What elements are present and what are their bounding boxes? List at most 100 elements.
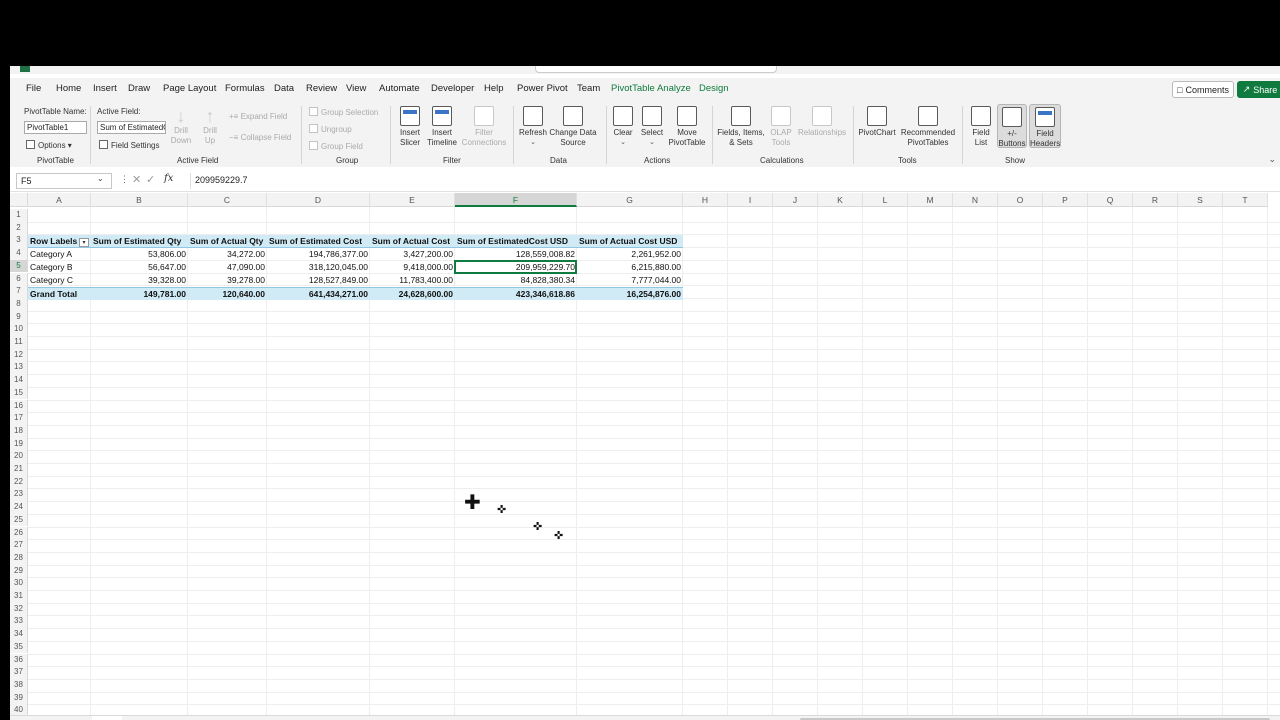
row-header[interactable]: 20 <box>10 450 28 463</box>
comments-button[interactable]: □ Comments <box>1172 81 1234 98</box>
row-header[interactable]: 13 <box>10 361 28 375</box>
row-header[interactable]: 17 <box>10 412 28 425</box>
row-header[interactable]: 27 <box>10 539 28 552</box>
pivot-cell[interactable]: 39,328.00 <box>91 274 188 287</box>
column-header[interactable]: E <box>370 193 455 207</box>
tab-team[interactable]: Team <box>577 83 600 94</box>
tab-pivottable-analyze[interactable]: PivotTable Analyze <box>611 83 691 94</box>
pivot-cell[interactable]: 128,527,849.00 <box>267 274 370 287</box>
pivot-row-label[interactable]: Category C <box>28 274 91 287</box>
row-header[interactable]: 31 <box>10 590 28 603</box>
row-header[interactable]: 25 <box>10 513 28 527</box>
row-header[interactable]: 2 <box>10 221 28 235</box>
pivot-grand-total-label[interactable]: Grand Total <box>28 287 91 300</box>
pivottable-name-input[interactable]: PivotTable1 <box>24 121 87 134</box>
tab-review[interactable]: Review <box>306 83 337 94</box>
pivot-cell[interactable]: 53,806.00 <box>91 248 188 261</box>
row-header[interactable]: 8 <box>10 297 28 311</box>
plus-minus-buttons-toggle[interactable]: +/- Buttons <box>997 104 1027 148</box>
pivot-cell[interactable]: 7,777,044.00 <box>577 274 683 287</box>
column-header[interactable]: F <box>455 193 577 207</box>
share-button[interactable]: ↗ Share <box>1237 81 1280 98</box>
tab-help[interactable]: Help <box>484 83 504 94</box>
pivot-header-actual-cost[interactable]: Sum of Actual Cost <box>370 235 455 248</box>
sheet-tab-active[interactable] <box>92 716 122 720</box>
pivot-row-label[interactable]: Category B <box>28 261 91 274</box>
row-header[interactable]: 26 <box>10 526 28 540</box>
pivot-cell[interactable]: 194,786,377.00 <box>267 248 370 261</box>
field-settings-button[interactable]: Field Settings <box>99 140 159 150</box>
tab-data[interactable]: Data <box>274 83 294 94</box>
column-header[interactable]: T <box>1223 193 1268 207</box>
row-header[interactable]: 24 <box>10 501 28 514</box>
row-header[interactable]: 4 <box>10 247 28 260</box>
row-header[interactable]: 23 <box>10 488 28 502</box>
column-header[interactable]: A <box>28 193 91 207</box>
tab-page-layout[interactable]: Page Layout <box>163 83 216 94</box>
insert-function-icon[interactable]: fx <box>164 173 173 184</box>
check-icon[interactable]: ✓ <box>146 173 155 186</box>
pivot-cell[interactable]: 3,427,200.00 <box>370 248 455 261</box>
row-header[interactable]: 6 <box>10 272 28 286</box>
pivotchart-button[interactable]: PivotChart <box>857 106 897 138</box>
pivot-total-cell[interactable]: 24,628,600.00 <box>370 287 455 300</box>
search-box[interactable] <box>535 66 777 73</box>
pivot-header-est-cost-usd[interactable]: Sum of EstimatedCost USD <box>455 235 577 248</box>
field-list-button[interactable]: Field List <box>967 106 995 148</box>
filter-connections-button[interactable]: Filter Connections <box>460 106 508 148</box>
column-header[interactable]: G <box>577 193 683 207</box>
select-all-corner[interactable] <box>10 193 28 207</box>
cancel-icon[interactable]: ✕ <box>132 173 141 186</box>
options-button[interactable]: Options ▾ <box>26 140 72 150</box>
pivot-total-cell[interactable]: 16,254,876.00 <box>577 287 683 300</box>
row-header[interactable]: 3 <box>10 234 28 248</box>
row-header[interactable]: 10 <box>10 323 28 336</box>
active-field-input[interactable]: Sum of EstimatedC <box>97 121 166 134</box>
row-header[interactable]: 28 <box>10 551 28 565</box>
change-data-source-button[interactable]: Change Data Source <box>548 106 598 148</box>
pivot-cell[interactable]: 9,418,000.00 <box>370 261 455 274</box>
column-header[interactable]: J <box>773 193 818 207</box>
row-header[interactable]: 14 <box>10 374 28 387</box>
column-header[interactable]: S <box>1178 193 1223 207</box>
drill-down-button[interactable]: ↓ Drill Down <box>168 106 194 146</box>
column-header[interactable]: M <box>908 193 953 207</box>
column-header[interactable]: L <box>863 193 908 207</box>
group-selection-button[interactable]: Group Selection <box>309 107 378 117</box>
insert-timeline-button[interactable]: Insert Timeline <box>425 106 459 148</box>
tab-home[interactable]: Home <box>56 83 81 94</box>
pivot-cell[interactable]: 39,278.00 <box>188 274 267 287</box>
tab-automate[interactable]: Automate <box>379 83 420 94</box>
row-header[interactable]: 39 <box>10 691 28 705</box>
column-header[interactable]: B <box>91 193 188 207</box>
group-field-button[interactable]: Group Field <box>309 141 363 151</box>
row-header[interactable]: 21 <box>10 463 28 476</box>
tab-design[interactable]: Design <box>699 83 729 94</box>
chevron-down-icon[interactable]: ⌄ <box>1268 154 1276 165</box>
row-header[interactable]: 37 <box>10 666 28 679</box>
column-header[interactable]: D <box>267 193 370 207</box>
ungroup-button[interactable]: Ungroup <box>309 124 352 134</box>
pivot-cell[interactable]: 2,261,952.00 <box>577 248 683 261</box>
olap-tools-button[interactable]: OLAP Tools <box>768 106 794 148</box>
row-header[interactable]: 30 <box>10 577 28 590</box>
row-header[interactable]: 33 <box>10 615 28 629</box>
select-button[interactable]: Select ⌄ <box>638 106 666 148</box>
row-header[interactable]: 16 <box>10 399 28 413</box>
column-header[interactable]: C <box>188 193 267 207</box>
refresh-button[interactable]: Refresh ⌄ <box>518 106 548 148</box>
fields-items-sets-button[interactable]: Fields, Items, & Sets <box>715 106 767 148</box>
tab-draw[interactable]: Draw <box>128 83 150 94</box>
tab-view[interactable]: View <box>346 83 366 94</box>
row-header[interactable]: 19 <box>10 437 28 451</box>
pivot-total-cell[interactable]: 641,434,271.00 <box>267 287 370 300</box>
row-header[interactable]: 7 <box>10 285 28 298</box>
pivot-header-est-qty[interactable]: Sum of Estimated Qty <box>91 235 188 248</box>
drill-up-button[interactable]: ↑ Drill Up <box>197 106 223 146</box>
pivot-cell[interactable]: 318,120,045.00 <box>267 261 370 274</box>
collapse-field-button[interactable]: −≡ Collapse Field <box>229 133 291 142</box>
pivot-row-label[interactable]: Category A <box>28 248 91 261</box>
pivot-cell[interactable]: 47,090.00 <box>188 261 267 274</box>
pivot-cell[interactable]: 128,559,008.82 <box>455 248 577 261</box>
row-header[interactable]: 32 <box>10 602 28 616</box>
